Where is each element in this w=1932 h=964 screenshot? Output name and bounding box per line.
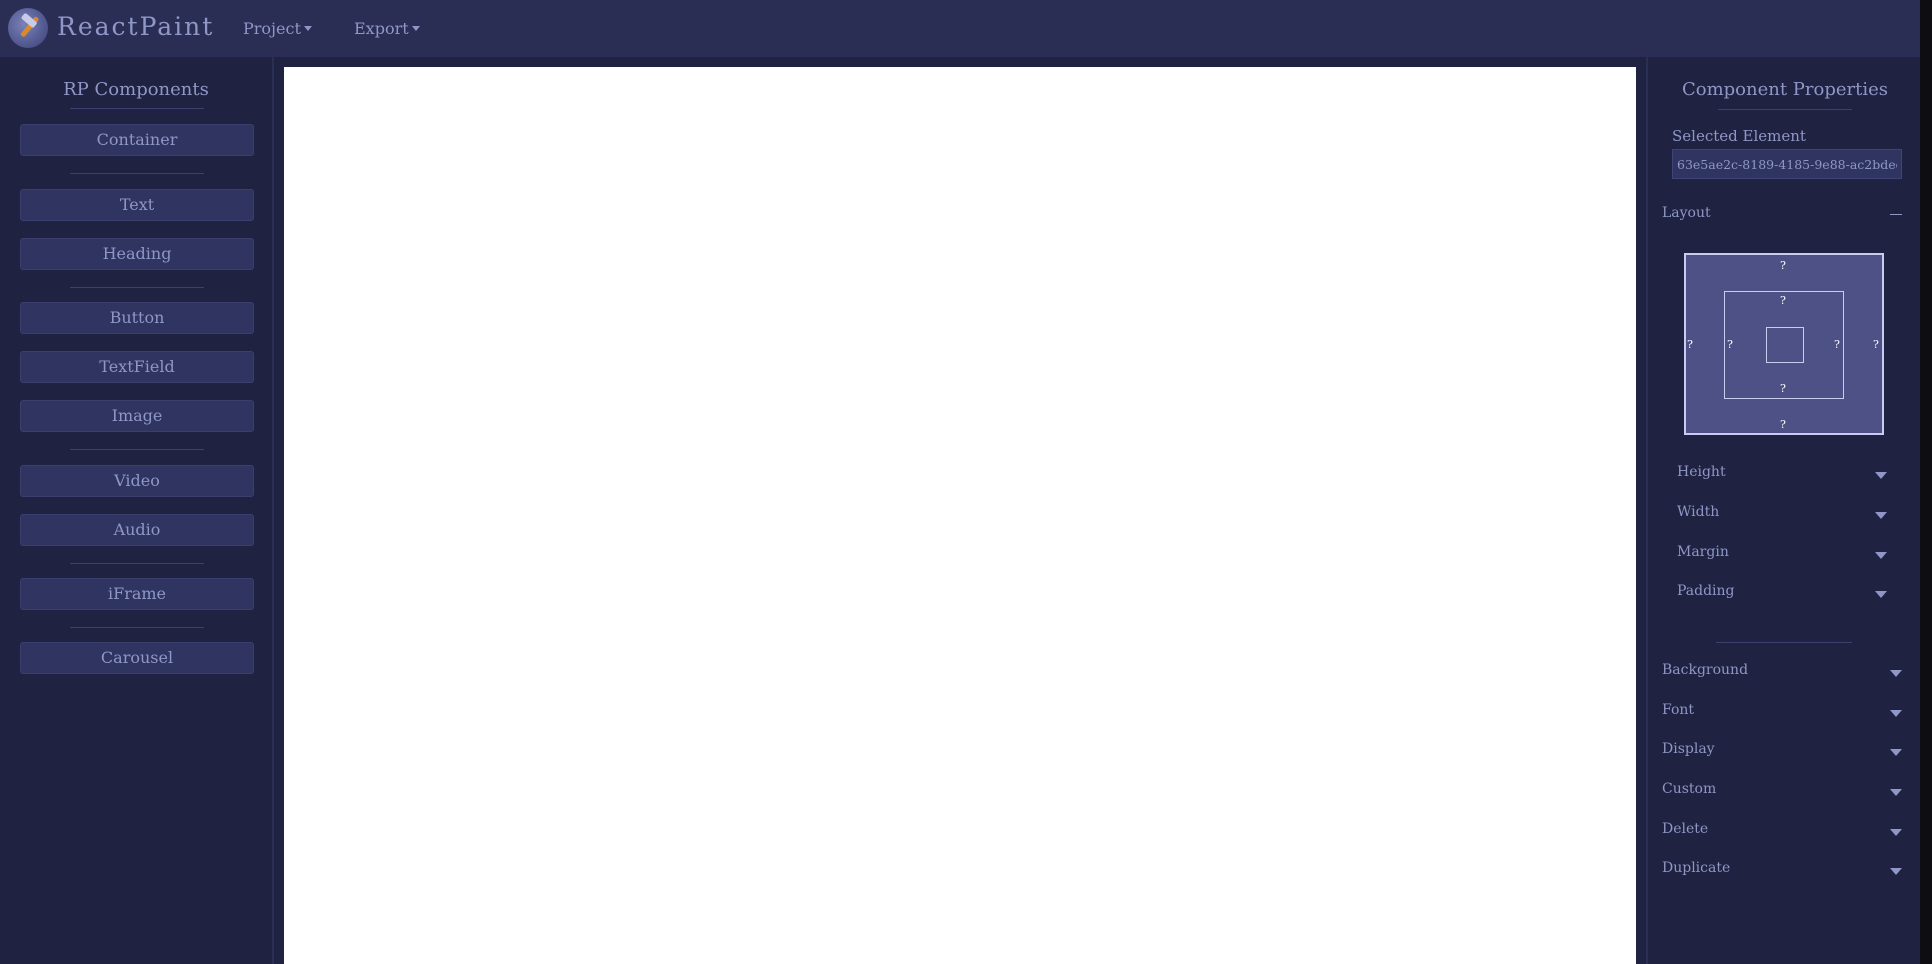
- divider: [1718, 109, 1852, 110]
- button-button[interactable]: Button: [20, 302, 254, 334]
- height-dropdown[interactable]: Height: [1677, 464, 1726, 480]
- app-brand[interactable]: ReactPaint: [57, 12, 214, 41]
- carousel-button[interactable]: Carousel: [20, 642, 254, 674]
- project-menu-label: Project: [243, 19, 301, 38]
- custom-section[interactable]: Custom: [1662, 781, 1716, 797]
- window-edge: [1920, 0, 1932, 964]
- width-dropdown[interactable]: Width: [1677, 504, 1719, 520]
- audio-button[interactable]: Audio: [20, 514, 254, 546]
- design-canvas[interactable]: [284, 67, 1636, 964]
- padding-left-value[interactable]: ?: [1727, 339, 1733, 351]
- box-model-padding: ? ? ? ?: [1724, 291, 1844, 399]
- divider: [1716, 642, 1852, 643]
- font-section[interactable]: Font: [1662, 702, 1694, 718]
- divider: [70, 449, 204, 450]
- divider: [70, 287, 204, 288]
- box-model-content: [1766, 327, 1804, 363]
- selected-element-field[interactable]: [1672, 149, 1902, 179]
- margin-left-value[interactable]: ?: [1687, 339, 1693, 351]
- margin-top-value[interactable]: ?: [1780, 260, 1786, 272]
- properties-title: Component Properties: [1681, 79, 1889, 100]
- caret-down-icon[interactable]: [1875, 472, 1887, 479]
- export-menu-label: Export: [354, 19, 409, 38]
- display-section[interactable]: Display: [1662, 741, 1715, 757]
- minus-icon[interactable]: [1890, 214, 1902, 215]
- project-menu[interactable]: Project: [243, 19, 312, 38]
- margin-right-value[interactable]: ?: [1873, 339, 1879, 351]
- reactpaint-logo-icon[interactable]: [8, 8, 48, 48]
- iframe-button[interactable]: iFrame: [20, 578, 254, 610]
- caret-down-icon[interactable]: [1890, 710, 1902, 717]
- canvas-area: [274, 57, 1646, 964]
- caret-down-icon[interactable]: [1890, 829, 1902, 836]
- padding-right-value[interactable]: ?: [1834, 339, 1840, 351]
- selected-element-label: Selected Element: [1672, 127, 1806, 145]
- caret-down-icon[interactable]: [1890, 670, 1902, 677]
- caret-down-icon[interactable]: [1875, 552, 1887, 559]
- caret-down-icon[interactable]: [1875, 591, 1887, 598]
- divider: [70, 563, 204, 564]
- image-button[interactable]: Image: [20, 400, 254, 432]
- caret-down-icon[interactable]: [1890, 749, 1902, 756]
- components-title: RP Components: [63, 79, 209, 100]
- export-menu[interactable]: Export: [354, 19, 420, 38]
- box-model-margin: ? ? ? ? ? ? ? ?: [1684, 253, 1884, 435]
- video-button[interactable]: Video: [20, 465, 254, 497]
- caret-down-icon[interactable]: [1875, 512, 1887, 519]
- text-button[interactable]: Text: [20, 189, 254, 221]
- caret-down-icon[interactable]: [1890, 868, 1902, 875]
- divider: [70, 627, 204, 628]
- padding-bottom-value[interactable]: ?: [1780, 383, 1786, 395]
- caret-down-icon: [303, 26, 312, 31]
- textfield-button[interactable]: TextField: [20, 351, 254, 383]
- margin-bottom-value[interactable]: ?: [1780, 419, 1786, 431]
- container-button[interactable]: Container: [20, 124, 254, 156]
- padding-dropdown[interactable]: Padding: [1677, 583, 1735, 599]
- properties-panel: Component Properties Selected Element La…: [1646, 57, 1922, 964]
- heading-button[interactable]: Heading: [20, 238, 254, 270]
- top-navbar: ReactPaint Project Export: [0, 0, 1920, 58]
- caret-down-icon[interactable]: [1890, 789, 1902, 796]
- duplicate-section[interactable]: Duplicate: [1662, 860, 1730, 876]
- divider: [70, 173, 204, 174]
- delete-section[interactable]: Delete: [1662, 821, 1708, 837]
- layout-section-toggle[interactable]: Layout: [1662, 205, 1711, 221]
- background-section[interactable]: Background: [1662, 662, 1748, 678]
- components-sidebar: RP Components Container Text Heading But…: [0, 57, 274, 964]
- divider: [70, 108, 204, 109]
- caret-down-icon: [411, 26, 420, 31]
- margin-dropdown[interactable]: Margin: [1677, 544, 1729, 560]
- padding-top-value[interactable]: ?: [1780, 295, 1786, 307]
